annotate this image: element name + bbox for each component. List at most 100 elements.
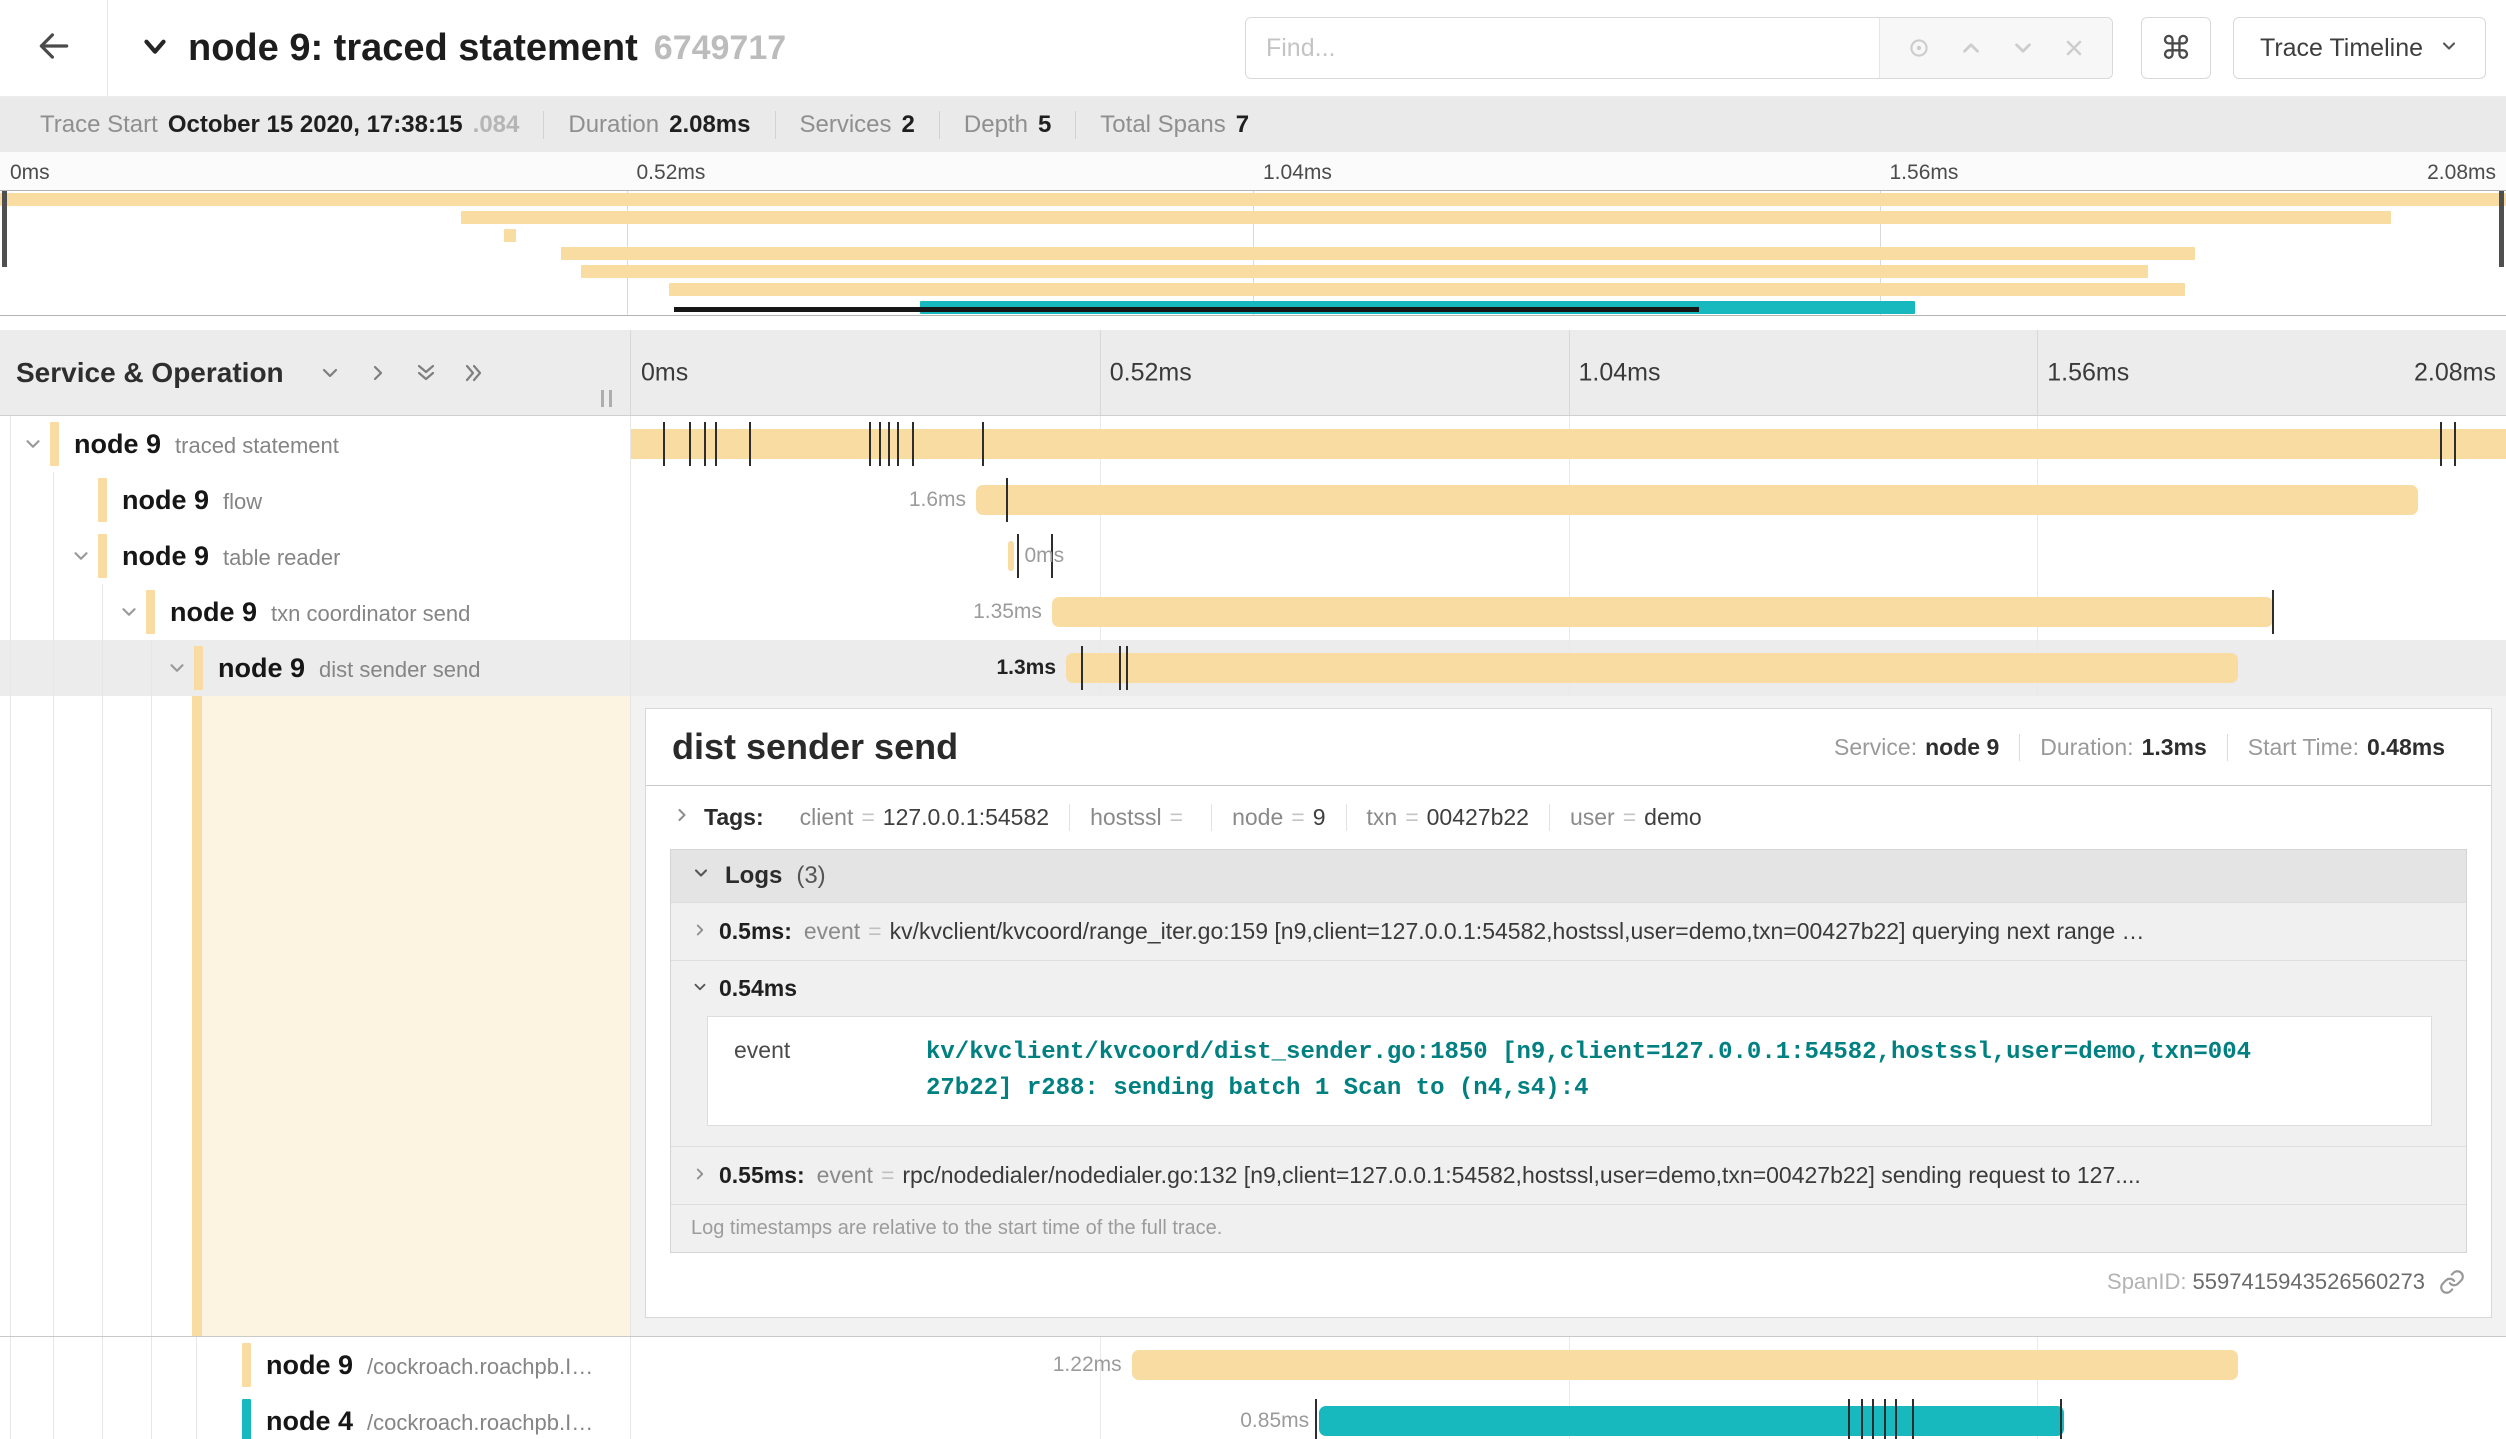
span-duration-bar[interactable] — [1052, 597, 2273, 627]
minimap-span-bar — [504, 229, 517, 242]
tag-value: 9 — [1313, 804, 1326, 830]
ruler-tick-label: 1.56ms — [1890, 161, 1959, 185]
log-event-tick — [2454, 422, 2456, 466]
trace-view-label: Trace Timeline — [2260, 34, 2423, 63]
log-entry-expanded: 0.54mseventkv/kvclient/kvcoord/dist_send… — [671, 960, 2466, 1146]
log-event-tick — [1081, 646, 1083, 690]
tag-value: 00427b22 — [1427, 804, 1529, 830]
service-color-marker — [50, 422, 59, 466]
find-prev-button[interactable] — [1958, 35, 1984, 61]
trace-summary-bar: Trace StartOctober 15 2020, 17:38:15.084… — [0, 97, 2506, 152]
collapse-all-icon[interactable] — [414, 361, 438, 385]
column-resizer-handle[interactable] — [601, 390, 612, 407]
tag-key: txn — [1367, 804, 1398, 830]
span-collapse-chevron[interactable] — [166, 657, 188, 679]
tag-value: demo — [1644, 804, 1702, 830]
timeline-gridline — [1569, 528, 1570, 584]
logs-header[interactable]: Logs (3) — [671, 850, 2466, 902]
back-button[interactable] — [0, 0, 108, 96]
log-entry-toggle[interactable]: 0.54ms — [691, 975, 2446, 1002]
log-event-tick — [749, 422, 751, 466]
ruler-tick-label: 2.08ms — [2414, 358, 2496, 387]
find-controls — [1879, 18, 2112, 78]
service-name: node 9 — [218, 653, 305, 683]
summary-label: Depth — [964, 111, 1028, 139]
collapse-one-icon[interactable] — [318, 361, 342, 385]
find-clear-icon[interactable] — [2062, 36, 2086, 60]
indent-guide — [53, 584, 54, 640]
span-duration-label: 1.3ms — [996, 640, 1056, 696]
span-id-label: SpanID: — [2107, 1269, 2187, 1295]
find-input[interactable] — [1246, 18, 1879, 78]
span-collapse-chevron[interactable] — [70, 545, 92, 567]
log-timestamp: 0.5ms: — [719, 918, 792, 945]
span-name: node 9table reader — [122, 528, 340, 589]
span-duration-bar[interactable] — [1319, 1406, 2063, 1436]
logs-box: Logs (3) 0.5ms:event=kv/kvclient/kvcoord… — [670, 849, 2467, 1253]
ruler-tick-label: 0.52ms — [637, 161, 706, 185]
span-row-cockroach-roachpb-i[interactable]: node 9/cockroach.roachpb.I…1.22ms — [0, 1337, 2506, 1393]
span-row-flow[interactable]: node 9flow1.6ms — [0, 472, 2506, 528]
log-event-tick — [715, 422, 717, 466]
equals-sign: = — [1291, 804, 1304, 830]
summary-label: Trace Start — [40, 111, 158, 139]
meta-label: Start Time: — [2248, 734, 2359, 760]
minimap-left-handle[interactable] — [2, 191, 7, 267]
span-detail-meta: Service:node 9Duration:1.3msStart Time:0… — [1814, 734, 2465, 761]
locate-icon[interactable] — [1906, 35, 1932, 61]
span-meta-duration: Duration:1.3ms — [2019, 734, 2227, 761]
indent-guide — [10, 528, 11, 584]
operation-name: txn coordinator send — [271, 601, 470, 626]
span-row-table-reader[interactable]: node 9table reader0ms — [0, 528, 2506, 584]
chevron-down-icon — [138, 29, 172, 68]
minimap-canvas[interactable] — [0, 190, 2506, 316]
log-event-tick — [1884, 1399, 1886, 1439]
minimap-right-handle[interactable] — [2499, 191, 2504, 267]
tag-node: node=9 — [1211, 804, 1345, 831]
tag-client: client=127.0.0.1:54582 — [780, 804, 1069, 831]
keyboard-shortcuts-button[interactable]: ⌘ — [2141, 17, 2211, 79]
ruler-tick-label: 0ms — [641, 358, 688, 387]
span-row-cockroach-roachpb-i[interactable]: node 4/cockroach.roachpb.I…0.85ms — [0, 1393, 2506, 1439]
span-id-value: 5597415943526560273 — [2193, 1269, 2425, 1295]
span-duration-bar[interactable] — [1132, 1350, 2238, 1380]
meta-value: 1.3ms — [2142, 734, 2207, 760]
span-row-dist-sender-send[interactable]: node 9 dist sender send 1.3ms — [0, 640, 2506, 696]
service-color-marker — [242, 1399, 251, 1439]
summary-label: Services — [800, 111, 892, 139]
link-icon[interactable] — [2439, 1269, 2465, 1295]
expand-one-icon[interactable] — [366, 361, 390, 385]
indent-guide — [151, 640, 152, 696]
operation-name: dist sender send — [319, 657, 480, 682]
service-name: node 4 — [266, 1406, 353, 1436]
span-duration-bar[interactable] — [1066, 653, 2238, 683]
span-collapse-chevron[interactable] — [118, 601, 140, 623]
span-row-txn-coordinator-send[interactable]: node 9txn coordinator send1.35ms — [0, 584, 2506, 640]
span-detail-title: dist sender send — [672, 726, 958, 768]
indent-guide — [10, 584, 11, 640]
tags-row[interactable]: Tags: client=127.0.0.1:54582hostssl=node… — [646, 786, 2491, 845]
span-duration-bar[interactable] — [1008, 541, 1015, 571]
span-duration-bar[interactable] — [976, 485, 2418, 515]
expand-all-icon[interactable] — [462, 361, 486, 385]
tag-hostssl: hostssl= — [1069, 804, 1211, 831]
span-row-traced-statement[interactable]: node 9traced statement — [0, 416, 2506, 472]
log-event-tick — [1861, 1399, 1863, 1439]
log-event-tick — [897, 422, 899, 466]
log-timestamp: 0.54ms — [719, 975, 797, 1002]
indent-guide — [102, 1393, 103, 1439]
log-event-tick — [689, 422, 691, 466]
span-collapse-chevron[interactable] — [22, 433, 44, 455]
minimap-span-bar — [0, 193, 2506, 206]
find-next-button[interactable] — [2010, 35, 2036, 61]
log-event-tick — [869, 422, 871, 466]
trace-collapse-chevron[interactable] — [138, 29, 172, 68]
span-detail-panel: dist sender send Service:node 9Duration:… — [630, 696, 2506, 1336]
tags-list: client=127.0.0.1:54582hostssl=node=9txn=… — [780, 804, 1722, 831]
service-name: node 9 — [122, 485, 209, 515]
minimap-span-bar — [581, 265, 2147, 278]
trace-view-dropdown[interactable]: Trace Timeline — [2233, 17, 2486, 79]
equals-sign: = — [881, 1162, 894, 1189]
log-entry[interactable]: 0.55ms:event=rpc/nodedialer/nodedialer.g… — [671, 1146, 2466, 1204]
log-entry[interactable]: 0.5ms:event=kv/kvclient/kvcoord/range_it… — [671, 902, 2466, 960]
